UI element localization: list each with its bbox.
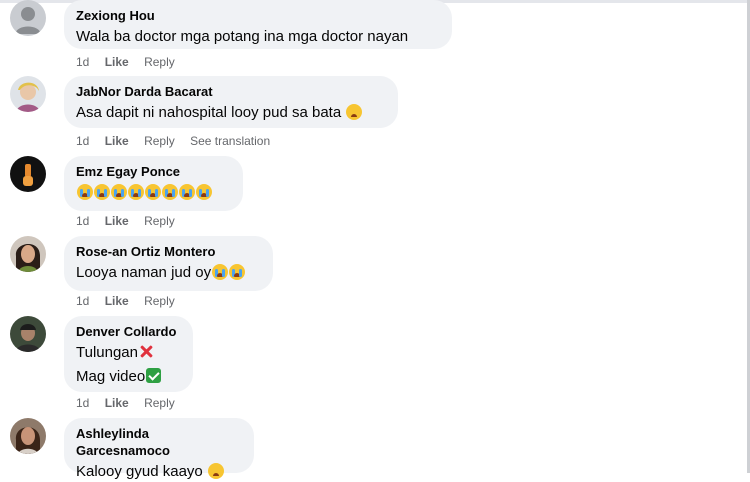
avatar[interactable] xyxy=(10,236,46,272)
comment-text: Wala ba doctor mga potang ina mga doctor… xyxy=(76,27,440,47)
like-link[interactable]: Like xyxy=(105,134,129,148)
comment-text-line: Looya naman jud oy xyxy=(76,264,212,281)
check-mark-icon xyxy=(146,368,162,383)
comment-bubble: Zexiong Hou Wala ba doctor mga potang in… xyxy=(64,0,452,49)
comment-text: Kalooy gyud kaayo xyxy=(76,462,242,482)
comment-bubble: Denver Collardo Tulungan Mag video xyxy=(64,316,193,392)
profile-photo-icon xyxy=(10,418,46,454)
reply-link[interactable]: Reply xyxy=(144,396,175,410)
comment-bubble: Ashleylinda Garcesnamoco Kalooy gyud kaa… xyxy=(64,418,254,480)
comment-text-line: Mag video xyxy=(76,367,181,387)
comment-text-line: Tulungan xyxy=(76,343,181,363)
sad-face-emoji-icon xyxy=(346,104,363,120)
comment-actions: 1d Like Reply xyxy=(76,54,187,70)
comment-bubble: Rose-an Ortiz Montero Looya naman jud oy xyxy=(64,236,273,291)
like-link[interactable]: Like xyxy=(105,55,129,69)
comment-time[interactable]: 1d xyxy=(76,396,89,410)
comment-text: Asa dapit ni nahospital looy pud sa bata xyxy=(76,103,386,123)
avatar[interactable] xyxy=(10,0,46,36)
comment-text-line: Kalooy gyud kaayo xyxy=(76,463,203,480)
crying-face-emoji-icon xyxy=(196,184,212,200)
comment-time[interactable]: 1d xyxy=(76,214,89,228)
crying-face-emoji-icon xyxy=(94,184,110,200)
reply-link[interactable]: Reply xyxy=(144,214,175,228)
comment-text-line: Wala ba doctor mga potang ina mga doctor… xyxy=(76,28,409,45)
comment-bubble: JabNor Darda Bacarat Asa dapit ni nahosp… xyxy=(64,76,398,128)
avatar[interactable] xyxy=(10,76,46,112)
comment-author[interactable]: Ashleylinda Garcesnamoco xyxy=(76,425,242,459)
like-link[interactable]: Like xyxy=(105,294,129,308)
cross-mark-icon xyxy=(139,344,154,359)
see-translation-link[interactable]: See translation xyxy=(190,134,270,148)
comment-author[interactable]: Emz Egay Ponce xyxy=(76,163,231,180)
comment-author[interactable]: Zexiong Hou xyxy=(76,7,440,24)
profile-photo-icon xyxy=(10,236,46,272)
comment-time[interactable]: 1d xyxy=(76,134,89,148)
crying-face-emoji-icon xyxy=(229,264,246,280)
profile-photo-icon xyxy=(10,156,46,192)
crying-face-emoji-icon xyxy=(162,184,178,200)
comment-author[interactable]: Denver Collardo xyxy=(76,323,181,340)
profile-photo-icon xyxy=(10,316,46,352)
like-link[interactable]: Like xyxy=(105,396,129,410)
comment-text: Looya naman jud oy xyxy=(76,263,261,283)
profile-photo-icon xyxy=(10,76,46,112)
comment-actions: 1d Like Reply xyxy=(76,395,187,411)
crying-face-emoji-icon xyxy=(212,264,229,280)
comment-actions: 1d Like Reply xyxy=(76,293,187,309)
comment-text xyxy=(76,183,231,203)
reply-link[interactable]: Reply xyxy=(144,55,175,69)
comment-time[interactable]: 1d xyxy=(76,55,89,69)
comment-actions: 1d Like Reply See translation xyxy=(76,133,282,149)
comment-author[interactable]: Rose-an Ortiz Montero xyxy=(76,243,261,260)
crying-face-emoji-icon xyxy=(128,184,144,200)
comment-bubble: Emz Egay Ponce xyxy=(64,156,243,211)
comment-time[interactable]: 1d xyxy=(76,294,89,308)
comment-actions: 1d Like Reply xyxy=(76,213,187,229)
avatar[interactable] xyxy=(10,316,46,352)
reply-link[interactable]: Reply xyxy=(144,294,175,308)
crying-face-emoji-icon xyxy=(77,184,93,200)
reply-link[interactable]: Reply xyxy=(144,134,175,148)
avatar[interactable] xyxy=(10,156,46,192)
crying-face-emoji-icon xyxy=(179,184,195,200)
default-profile-icon xyxy=(10,0,46,36)
like-link[interactable]: Like xyxy=(105,214,129,228)
comment-text-line: Asa dapit ni nahospital looy pud sa bata xyxy=(76,104,342,121)
sad-face-emoji-icon xyxy=(207,463,224,479)
comment-text: Tulungan Mag video xyxy=(76,343,181,387)
crying-face-emoji-icon xyxy=(145,184,161,200)
avatar[interactable] xyxy=(10,418,46,454)
comment-author[interactable]: JabNor Darda Bacarat xyxy=(76,83,386,100)
crying-face-emoji-icon xyxy=(111,184,127,200)
